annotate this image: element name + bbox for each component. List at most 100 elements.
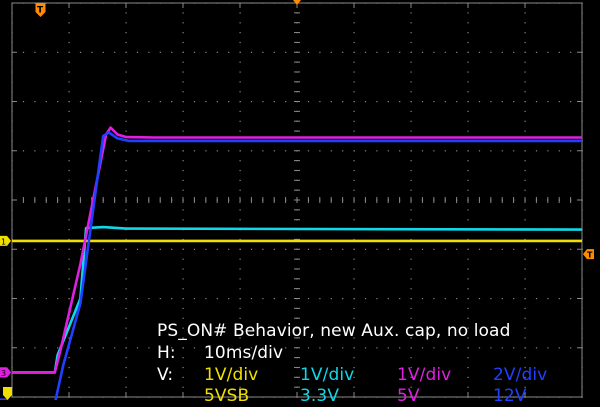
grid-dot xyxy=(262,397,263,398)
grid-dot xyxy=(388,249,389,250)
grid-dot xyxy=(502,3,503,4)
grid-dot xyxy=(308,150,309,151)
grid-dot xyxy=(240,249,241,250)
grid-dot xyxy=(183,268,184,269)
grid-dot xyxy=(502,101,503,102)
grid-dot xyxy=(411,318,412,319)
grid-dot xyxy=(126,180,127,181)
grid-dot xyxy=(148,249,149,250)
grid-dot xyxy=(445,347,446,348)
grid-dot xyxy=(126,209,127,210)
grid-dot xyxy=(433,150,434,151)
grid-dot xyxy=(69,397,70,398)
grid-dot xyxy=(194,150,195,151)
grid-dot xyxy=(376,101,377,102)
grid-dot xyxy=(183,318,184,319)
grid-dot xyxy=(445,249,446,250)
grid-dot xyxy=(46,397,47,398)
grid-dot xyxy=(559,347,560,348)
grid-dot xyxy=(468,377,469,378)
grid-dot xyxy=(240,190,241,191)
grid-dot xyxy=(582,328,583,329)
grid-dot xyxy=(228,298,229,299)
grid-dot xyxy=(411,150,412,151)
legend-5v: 5V xyxy=(397,385,420,407)
grid-dot xyxy=(137,3,138,4)
grid-dot xyxy=(354,131,355,132)
grid-dot xyxy=(114,397,115,398)
annotation-h-value: 10ms/div xyxy=(204,342,283,364)
grid-dot xyxy=(46,150,47,151)
grid-dot xyxy=(285,397,286,398)
grid-dot xyxy=(240,150,241,151)
grid-dot xyxy=(126,52,127,53)
grid-dot xyxy=(69,22,70,23)
grid-dot xyxy=(57,249,58,250)
grid-dot xyxy=(69,229,70,230)
grid-dot xyxy=(69,121,70,122)
grid-dot xyxy=(205,150,206,151)
grid-dot xyxy=(126,71,127,72)
grid-dot xyxy=(262,3,263,4)
grid-dot xyxy=(319,3,320,4)
grid-dot xyxy=(479,347,480,348)
grid-dot xyxy=(433,347,434,348)
grid-dot xyxy=(433,3,434,4)
grid-dot xyxy=(137,347,138,348)
grid-dot xyxy=(148,3,149,4)
scale-12v: 2V/div xyxy=(493,364,547,386)
grid-dot xyxy=(525,91,526,92)
grid-dot xyxy=(69,259,70,260)
grid-dot xyxy=(183,377,184,378)
grid-dot xyxy=(126,62,127,63)
grid-dot xyxy=(171,298,172,299)
grid-dot xyxy=(388,52,389,53)
grid-dot xyxy=(331,52,332,53)
grid-dot xyxy=(388,397,389,398)
grid-dot xyxy=(12,131,13,132)
grid-dot xyxy=(34,347,35,348)
grid-dot xyxy=(433,101,434,102)
grid-dot xyxy=(513,249,514,250)
grid-dot xyxy=(183,91,184,92)
grid-dot xyxy=(354,111,355,112)
grid-dot xyxy=(12,190,13,191)
grid-dot xyxy=(582,160,583,161)
grid-dot xyxy=(12,308,13,309)
annotation-v-label: V: xyxy=(157,364,173,386)
grid-dot xyxy=(46,101,47,102)
grid-dot xyxy=(422,347,423,348)
grid-dot xyxy=(433,52,434,53)
grid-dot xyxy=(468,180,469,181)
grid-dot xyxy=(114,249,115,250)
grid-dot xyxy=(319,52,320,53)
grid-dot xyxy=(126,367,127,368)
grid-dot xyxy=(411,71,412,72)
grid-dot xyxy=(183,111,184,112)
grid-dot xyxy=(525,81,526,82)
grid-dot xyxy=(547,249,548,250)
grid-dot xyxy=(525,121,526,122)
grid-dot xyxy=(126,160,127,161)
grid-dot xyxy=(308,347,309,348)
grid-dot xyxy=(354,42,355,43)
grid-dot xyxy=(536,397,537,398)
channel-3-marker-label: 3 xyxy=(1,369,6,378)
grid-dot xyxy=(342,3,343,4)
grid-dot xyxy=(547,397,548,398)
grid-dot xyxy=(148,150,149,151)
grid-dot xyxy=(126,347,127,348)
grid-dot xyxy=(91,3,92,4)
grid-dot xyxy=(217,3,218,4)
grid-dot xyxy=(468,131,469,132)
grid-dot xyxy=(490,3,491,4)
grid-dot xyxy=(456,298,457,299)
grid-dot xyxy=(399,298,400,299)
grid-dot xyxy=(148,347,149,348)
grid-dot xyxy=(126,259,127,260)
grid-dot xyxy=(582,337,583,338)
grid-dot xyxy=(103,347,104,348)
grid-dot xyxy=(69,219,70,220)
grid-dot xyxy=(91,397,92,398)
grid-dot xyxy=(582,268,583,269)
